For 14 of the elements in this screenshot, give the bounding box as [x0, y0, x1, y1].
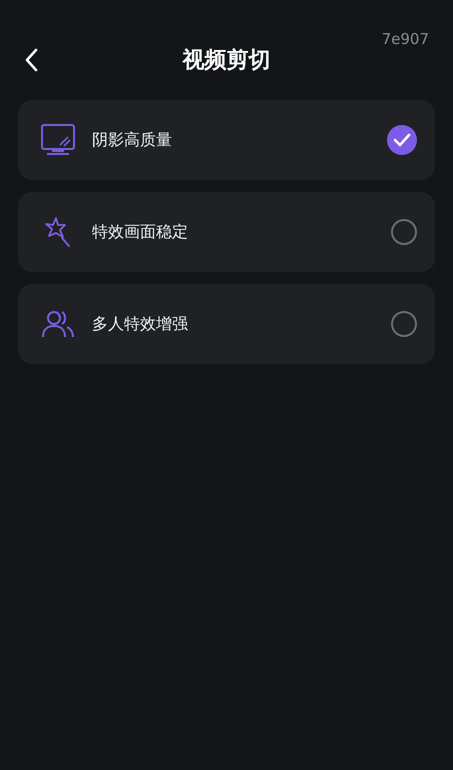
check-icon [393, 133, 411, 147]
checked-radio[interactable] [387, 125, 417, 155]
radio-button[interactable] [391, 311, 417, 337]
option-label: 特效画面稳定 [92, 222, 189, 242]
option-label: 阴影高质量 [92, 130, 173, 150]
radio-button[interactable] [391, 219, 417, 245]
version-label: 7e907 [382, 30, 429, 48]
option-label: 多人特效增强 [92, 314, 189, 334]
page-title: 视频剪切 [182, 47, 270, 75]
option-card[interactable]: 阴影高质量 [18, 100, 435, 180]
monitor-icon [40, 123, 76, 157]
people-icon [40, 309, 76, 339]
option-card[interactable]: 多人特效增强 [18, 284, 435, 364]
option-card[interactable]: 特效画面稳定 [18, 192, 435, 272]
